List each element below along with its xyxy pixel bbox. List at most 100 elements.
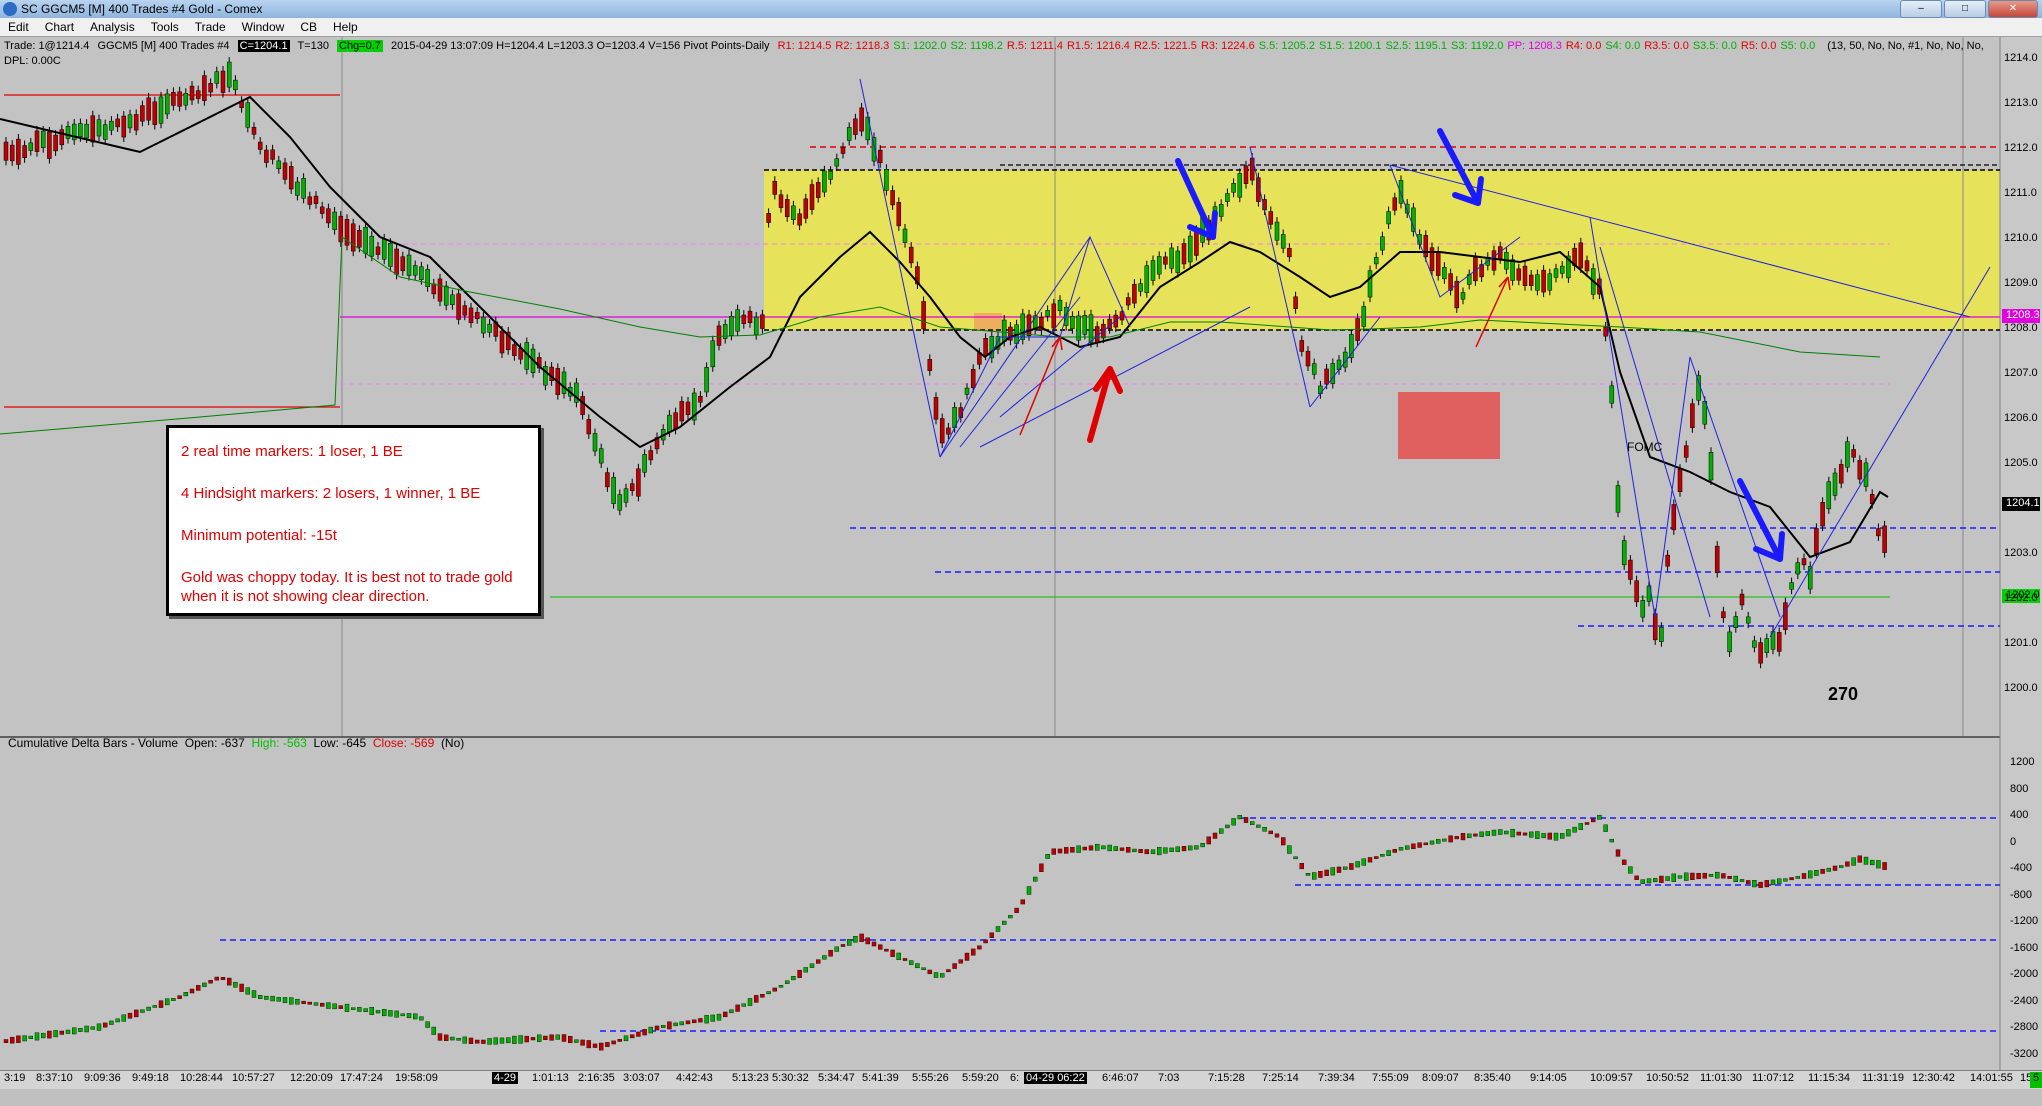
menu-chart[interactable]: Chart	[37, 18, 82, 36]
delta-bar	[146, 1006, 151, 1011]
candle	[1181, 243, 1187, 265]
delta-open: Open: -637	[184, 736, 245, 750]
candle	[1801, 558, 1807, 566]
delta-bar	[716, 1013, 722, 1021]
s1-price-tag: 1202.0	[2006, 589, 2040, 601]
candle	[983, 338, 988, 356]
red-marker-box	[1398, 392, 1500, 459]
minimize-button[interactable]: –	[1900, 0, 1942, 18]
time-tick-label: 1:01:13	[532, 1072, 569, 1084]
candle	[220, 70, 226, 93]
time-tick-label: 5:59:20	[962, 1072, 999, 1084]
delta-bar	[1249, 821, 1255, 825]
candle	[65, 126, 71, 139]
chart-tab-number[interactable]: 5	[2030, 1072, 2042, 1088]
trade-count: T=130	[297, 40, 329, 52]
delta-bar	[59, 1030, 64, 1035]
delta-bar	[90, 1026, 96, 1030]
delta-bar	[65, 1029, 71, 1034]
delta-bar	[1708, 874, 1714, 877]
time-tick-label: 11:31:19	[1862, 1072, 1905, 1084]
delta-bar	[1101, 845, 1106, 850]
delta-high: High: -563	[251, 736, 307, 750]
delta-bar	[785, 980, 790, 984]
candle	[1311, 363, 1317, 375]
candle	[468, 307, 474, 324]
delta-bar	[1349, 863, 1354, 870]
close-button[interactable]: ✕	[1988, 0, 2038, 18]
time-tick-label: 04-29 06:22	[1024, 1072, 1087, 1084]
candle	[1386, 211, 1391, 225]
candle	[1541, 269, 1546, 293]
delta-bar	[183, 992, 189, 997]
candle	[1398, 180, 1404, 204]
menu-help[interactable]: Help	[325, 18, 366, 36]
delta-bar	[989, 932, 994, 938]
delta-bar	[766, 991, 771, 995]
delta-bar	[524, 1035, 529, 1043]
delta-bar	[1175, 846, 1181, 852]
delta-bar	[692, 1019, 697, 1024]
candle	[884, 169, 889, 191]
delta-bar	[816, 959, 821, 964]
candle	[741, 314, 747, 324]
delta-bar	[127, 1012, 133, 1019]
pivot-value: R3: 1224.6	[1200, 40, 1255, 52]
maximize-button[interactable]: □	[1944, 0, 1986, 18]
delta-bar	[1845, 861, 1850, 867]
candle	[1851, 449, 1856, 458]
candle	[1559, 265, 1565, 274]
delta-bar	[1752, 880, 1757, 888]
delta-bar	[940, 973, 945, 978]
delta-bar	[1163, 847, 1168, 854]
candle	[1373, 257, 1379, 265]
delta-bar	[109, 1020, 114, 1025]
delta-bar	[1026, 886, 1032, 895]
candle	[28, 142, 34, 151]
delta-bar	[1851, 857, 1856, 866]
delta-bar	[1367, 857, 1373, 863]
delta-bar	[1280, 837, 1286, 846]
menu-cb[interactable]: CB	[292, 18, 325, 36]
candle	[183, 93, 189, 106]
app-icon	[3, 2, 17, 16]
menu-edit[interactable]: Edit	[0, 18, 37, 36]
delta-bar	[1299, 863, 1305, 870]
delta-bar	[444, 1034, 449, 1041]
delta-bar	[220, 977, 226, 980]
candle	[59, 129, 65, 146]
delta-bar	[946, 969, 951, 973]
candle	[487, 323, 492, 333]
pivot-value: S1.5: 1200.1	[1319, 40, 1382, 52]
menu-window[interactable]: Window	[234, 18, 293, 36]
delta-bar	[1559, 833, 1565, 839]
menu-tools[interactable]: Tools	[143, 18, 187, 36]
candle	[1659, 627, 1664, 642]
candle	[1535, 274, 1540, 291]
fomc-label: FOMC	[1627, 440, 1663, 454]
delta-bar	[995, 926, 1001, 932]
delta-bar	[351, 1007, 356, 1010]
delta-bar	[1032, 876, 1038, 882]
pivot-value: S4: 0.0	[1605, 40, 1641, 52]
candle	[1392, 197, 1398, 211]
candle	[3, 141, 9, 161]
candle	[766, 213, 771, 223]
delta-bar	[1442, 838, 1447, 842]
delta-bar	[592, 1043, 598, 1048]
menu-analysis[interactable]: Analysis	[82, 18, 143, 36]
delta-bar	[34, 1032, 40, 1041]
delta-bar	[1243, 817, 1249, 823]
candle	[202, 75, 207, 101]
delta-bar	[605, 1042, 610, 1047]
candle	[462, 305, 468, 316]
menu-trade[interactable]: Trade	[187, 18, 234, 36]
delta-bar	[307, 1001, 312, 1005]
candle	[580, 396, 585, 415]
time-tick-label: 3:03:07	[623, 1072, 660, 1084]
candle	[685, 401, 691, 415]
candle	[226, 61, 232, 88]
delta-bar	[630, 1034, 635, 1039]
time-tick-label: 5:34:47	[818, 1072, 855, 1084]
candle	[629, 483, 635, 492]
